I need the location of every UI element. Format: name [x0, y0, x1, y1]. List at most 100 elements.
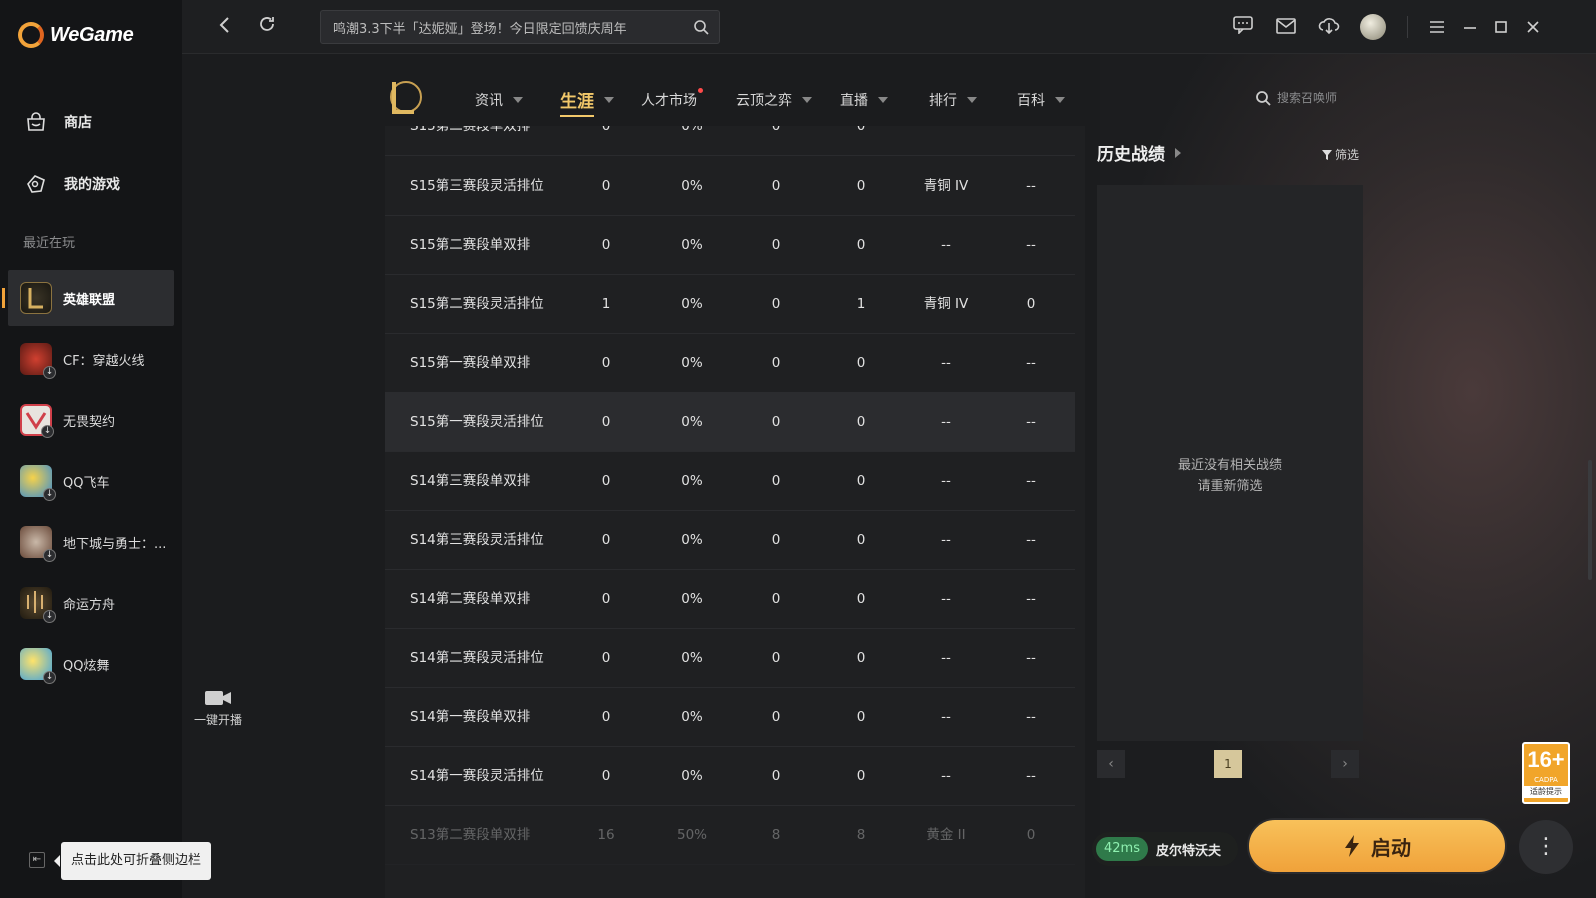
back-button[interactable]	[212, 14, 238, 40]
nav-label: 云顶之弈	[736, 93, 792, 109]
sidebar-game-lostark[interactable]: ↓ 命运方舟	[8, 575, 174, 631]
stat-cell: --	[941, 709, 951, 725]
sidebar-game-qqdance[interactable]: ↓ QQ炫舞	[8, 636, 174, 692]
stat-cell: --	[941, 650, 951, 666]
season-queue-cell: S13第二赛段单双排	[410, 827, 531, 843]
stat-cell: 0	[601, 532, 611, 548]
sidebar-item-label: 商店	[64, 115, 92, 131]
season-queue-cell: S14第二赛段灵活排位	[410, 650, 544, 666]
nav-live[interactable]: 直播	[840, 90, 888, 110]
age-rating: 16+	[1527, 747, 1565, 772]
more-options-button[interactable]: ⋮	[1519, 820, 1573, 874]
search-icon[interactable]	[693, 19, 709, 39]
career-stats-table: S15第二赛段单双排 0 0% 0 0 S15第三赛段灵活排位 0 0% 0 0 青铜 IV -- S1…	[385, 126, 1085, 898]
table-row[interactable]: S14第二赛段单双排 0 0% 0 0 -- --	[385, 569, 1075, 629]
stat-cell: --	[1026, 178, 1036, 194]
nav-label: 排行	[929, 93, 957, 109]
stat-cell: 0%	[681, 650, 703, 666]
season-queue-cell: S14第一赛段单双排	[410, 709, 531, 725]
current-page-button[interactable]: 1	[1214, 750, 1242, 778]
stat-cell: 0	[856, 768, 866, 784]
sidebar-item-store[interactable]: 商店	[0, 98, 182, 146]
nav-career[interactable]: 生涯	[560, 87, 614, 117]
nav-news[interactable]: 资讯	[475, 90, 523, 110]
nav-label: 百科	[1017, 93, 1045, 109]
sidebar-game-cf[interactable]: ↓ CF：穿越火线	[8, 331, 174, 387]
stat-cell: 0	[771, 591, 781, 607]
table-row[interactable]: S15第三赛段灵活排位 0 0% 0 0 青铜 IV --	[385, 156, 1075, 216]
stat-cell: --	[941, 768, 951, 784]
stat-cell: --	[1026, 473, 1036, 489]
summoner-search[interactable]: 搜索召唤师	[1255, 89, 1337, 106]
filter-button[interactable]: 筛选	[1321, 146, 1359, 163]
table-row[interactable]: S14第一赛段单双排 0 0% 0 0 -- --	[385, 687, 1075, 747]
one-click-live-button[interactable]: 一键开播	[190, 688, 246, 728]
next-page-button[interactable]: ›	[1331, 750, 1359, 778]
stat-cell: 0	[601, 414, 611, 430]
nav-ranking[interactable]: 排行	[929, 90, 977, 110]
table-row[interactable]: S15第二赛段单双排 0 0% 0 0 -- --	[385, 215, 1075, 275]
stat-cell: --	[1026, 650, 1036, 666]
nav-talent-market[interactable]: 人才市场	[641, 88, 703, 110]
table-row[interactable]: S15第一赛段灵活排位 0 0% 0 0 -- --	[385, 392, 1075, 452]
collapse-sidebar-button[interactable]: ⇤	[29, 852, 45, 868]
stat-cell: --	[941, 414, 951, 430]
server-name: 皮尔特沃夫	[1155, 843, 1221, 859]
table-row[interactable]: S15第一赛段单双排 0 0% 0 0 -- --	[385, 333, 1075, 393]
download-manager-icon[interactable]	[1316, 14, 1342, 40]
table-row[interactable]: S14第一赛段灵活排位 0 0% 0 0 -- --	[385, 746, 1075, 806]
stat-cell	[910, 126, 982, 156]
game-label: QQ炫舞	[63, 658, 110, 674]
chevron-down-icon	[802, 97, 812, 103]
lol-logo-icon[interactable]	[385, 76, 423, 118]
sidebar-game-dnf[interactable]: ↓ 地下城与勇士：...	[8, 514, 174, 570]
download-icon: ↓	[43, 366, 56, 379]
table-row[interactable]: S15第二赛段灵活排位 1 0% 0 1 青铜 IV 0	[385, 274, 1075, 334]
stat-cell: 0%	[681, 355, 703, 371]
minimize-icon[interactable]	[1457, 14, 1483, 40]
server-status[interactable]: 42ms 皮尔特沃夫	[1092, 832, 1238, 866]
maximize-icon[interactable]	[1488, 14, 1514, 40]
global-search-input[interactable]	[333, 11, 683, 43]
match-history-title-text: 历史战绩	[1097, 145, 1165, 165]
game-label: 英雄联盟	[63, 292, 116, 308]
nav-label: 生涯	[560, 92, 594, 112]
table-row[interactable]: S14第三赛段灵活排位 0 0% 0 0 -- --	[385, 510, 1075, 570]
collapse-sidebar-tooltip: 点击此处可折叠侧边栏	[53, 842, 212, 880]
sidebar-game-valorant[interactable]: ↓ 无畏契约	[8, 392, 174, 448]
nav-tft[interactable]: 云顶之弈	[736, 90, 812, 110]
refresh-button[interactable]	[254, 14, 280, 40]
sidebar-game-qqspeed[interactable]: ↓ QQ飞车	[8, 453, 174, 509]
user-avatar[interactable]	[1360, 14, 1386, 40]
sidebar-item-my-games[interactable]: 我的游戏	[0, 160, 182, 208]
stat-cell: 0%	[681, 178, 703, 194]
table-row[interactable]: S15第二赛段单双排 0 0% 0 0	[385, 126, 1075, 156]
stat-cell: 0	[856, 709, 866, 725]
launch-button[interactable]: 启动	[1247, 818, 1507, 874]
page-scrollbar[interactable]	[1588, 460, 1592, 580]
table-row[interactable]: S14第三赛段单双排 0 0% 0 0 -- --	[385, 451, 1075, 511]
chevron-down-icon	[878, 97, 888, 103]
global-search[interactable]	[320, 10, 720, 44]
table-row[interactable]: S13第二赛段单双排 16 50% 8 8 黄金 II 0	[385, 805, 1075, 865]
stat-cell: 0	[601, 355, 611, 371]
prev-page-button[interactable]: ‹	[1097, 750, 1125, 778]
mail-icon[interactable]	[1273, 14, 1299, 40]
sidebar-game-lol[interactable]: 英雄联盟	[2, 270, 174, 326]
menu-icon[interactable]	[1424, 14, 1450, 40]
wegame-logo[interactable]: WeGame	[18, 22, 134, 48]
stat-cell: 0	[601, 591, 611, 607]
empty-state-line: 请重新筛选	[1197, 479, 1263, 494]
season-queue-cell: S14第三赛段灵活排位	[410, 532, 544, 548]
chat-icon[interactable]	[1230, 14, 1256, 40]
brand-name: WeGame	[50, 23, 134, 46]
stat-cell: 0%	[681, 414, 703, 430]
sidebar: WeGame 商店 我的游戏 最近在玩 英雄联盟 ↓ CF：穿越火线 ↓ 无畏契…	[0, 0, 182, 898]
download-icon: ↓	[41, 425, 54, 438]
table-row[interactable]: S14第二赛段灵活排位 0 0% 0 0 -- --	[385, 628, 1075, 688]
nav-wiki[interactable]: 百科	[1017, 90, 1065, 110]
download-icon: ↓	[43, 671, 56, 684]
close-icon[interactable]	[1520, 14, 1546, 40]
stat-cell: 黄金 II	[926, 827, 966, 843]
chevron-down-icon	[604, 96, 614, 103]
